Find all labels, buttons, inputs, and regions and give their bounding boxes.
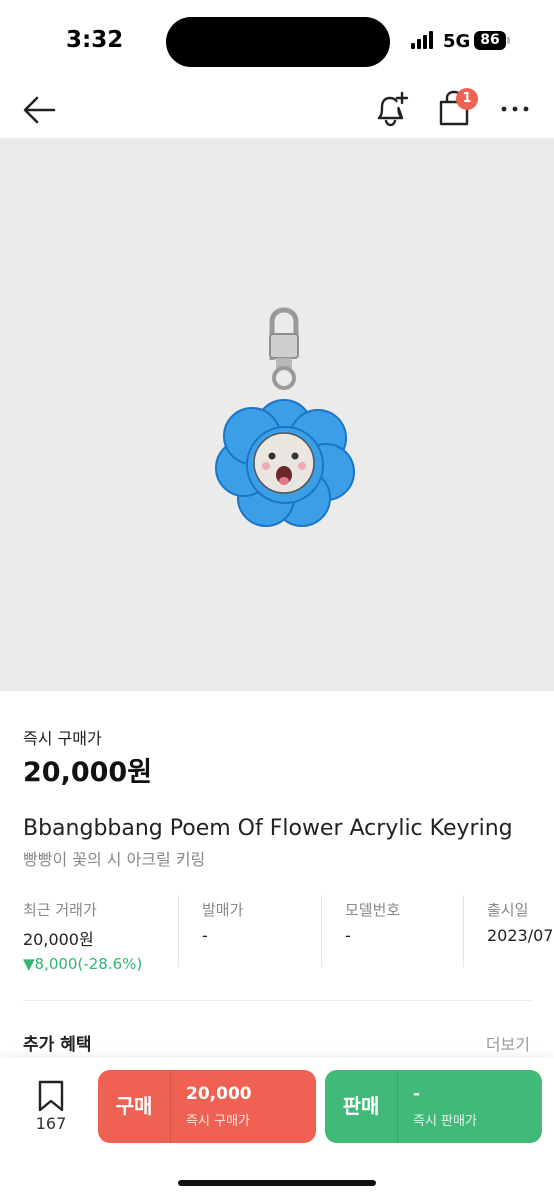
back-button[interactable]: [20, 90, 60, 130]
extra-benefits-title: 추가 혜택: [23, 1035, 92, 1055]
info-value: -: [202, 926, 208, 945]
product-image[interactable]: [0, 138, 554, 691]
flower-keyring-image: [215, 307, 355, 527]
buy-label: 구매: [115, 1094, 153, 1118]
signal-icon: [411, 31, 437, 49]
bottom-action-bar: 167 구매 20,000 즉시 구매가 판매 - 즉시 판매가: [0, 1058, 554, 1200]
info-value: 20,000원: [23, 930, 94, 949]
info-label: 발매가: [202, 901, 244, 919]
battery-tip: [507, 37, 510, 44]
info-release-price: 발매가 -: [202, 895, 243, 967]
product-title-ko: 빵빵이 꽃의 시 아크릴 키링: [23, 850, 206, 869]
product-title-en: Bbangbbang Poem Of Flower Acrylic Keyrin…: [23, 816, 513, 841]
info-label: 모델번호: [345, 901, 401, 919]
section-divider: [23, 1000, 531, 1001]
buy-sub-label: 즉시 구매가: [186, 1114, 250, 1129]
status-bar: 3:32 5G 86: [0, 0, 554, 84]
instant-buy-price: 20,000원: [23, 757, 153, 788]
column-divider: [321, 895, 322, 967]
info-model-number: 모델번호 -: [345, 895, 400, 967]
info-value: 2023/07: [487, 926, 554, 945]
info-release-date: 출시일 2023/07: [487, 895, 553, 967]
home-indicator[interactable]: [178, 1180, 376, 1186]
alert-button[interactable]: [371, 88, 411, 130]
info-value: -: [345, 926, 351, 945]
sell-amount: -: [413, 1084, 421, 1104]
dynamic-island: [166, 17, 390, 67]
info-recent-price: 최근 거래가 20,000원 ▼8,000(-28.6%): [23, 895, 142, 973]
network-type: 5G: [443, 31, 471, 52]
more-horizontal-icon: [501, 106, 529, 112]
product-info-row: 최근 거래가 20,000원 ▼8,000(-28.6%) 발매가 - 모델번호…: [0, 895, 554, 973]
column-divider: [178, 895, 179, 967]
buy-amount: 20,000: [186, 1084, 252, 1104]
instant-buy-price-label: 즉시 구매가: [23, 729, 102, 748]
info-label: 최근 거래가: [23, 901, 97, 919]
wishlist-button[interactable]: 167: [24, 1080, 78, 1140]
cart-count-badge: 1: [456, 88, 478, 110]
sell-button[interactable]: 판매 - 즉시 판매가: [325, 1070, 542, 1143]
see-more-link[interactable]: 더보기: [486, 1031, 530, 1055]
column-divider: [463, 895, 464, 967]
bell-plus-icon: [377, 91, 409, 127]
sell-label: 판매: [342, 1094, 380, 1118]
wishlist-count: 167: [35, 1114, 67, 1133]
bookmark-icon: [38, 1080, 64, 1112]
sell-sub-label: 즉시 판매가: [413, 1114, 477, 1129]
status-time: 3:32: [66, 27, 124, 53]
arrow-left-icon: [23, 96, 56, 124]
button-divider: [170, 1070, 171, 1143]
buy-button[interactable]: 구매 20,000 즉시 구매가: [98, 1070, 316, 1143]
nav-bar: 1: [0, 84, 554, 138]
price-change: ▼8,000(-28.6%): [23, 955, 143, 973]
info-label: 출시일: [487, 901, 529, 919]
battery-icon: 86: [474, 31, 506, 50]
more-button[interactable]: [498, 94, 532, 124]
button-divider: [397, 1070, 398, 1143]
